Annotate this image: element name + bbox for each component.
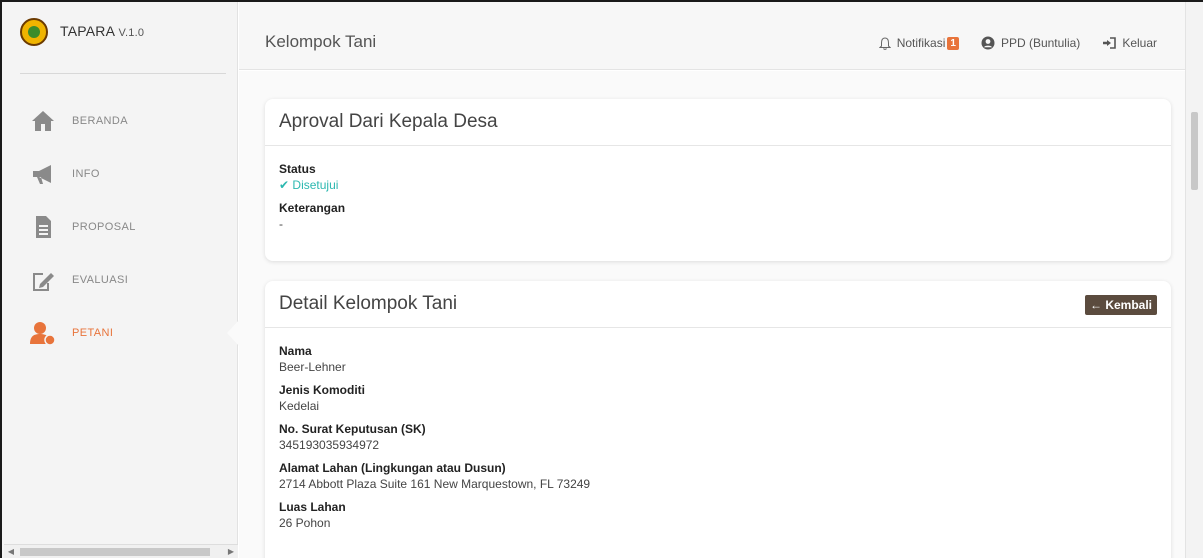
- status-field: Status ✔ Disetujui: [279, 162, 1157, 192]
- sidebar-menu: BERANDA INFO PROPOSAL EVALUASI PETANI: [2, 94, 239, 359]
- app-version: V.1.0: [118, 27, 145, 39]
- field-value: Beer-Lehner: [279, 360, 346, 374]
- field-label: Alamat Lahan (Lingkungan atau Dusun): [279, 461, 506, 475]
- megaphone-icon: [30, 161, 56, 187]
- logout-icon: [1103, 37, 1117, 49]
- detail-field-komoditi: Jenis Komoditi Kedelai: [279, 383, 1157, 413]
- top-header: Kelompok Tani Notifikasi 1 PPD (Buntulia…: [239, 2, 1185, 70]
- field-label: Jenis Komoditi: [279, 383, 366, 397]
- approval-card: Aproval Dari Kepala Desa Status ✔ Disetu…: [265, 99, 1171, 261]
- sidebar-item-info[interactable]: INFO: [2, 147, 238, 200]
- notifications-button[interactable]: Notifikasi 1: [878, 36, 959, 50]
- logout-button[interactable]: Keluar: [1102, 36, 1157, 50]
- scroll-right-icon[interactable]: ▶: [224, 547, 238, 556]
- logout-label: Keluar: [1122, 36, 1157, 50]
- approval-card-header: Aproval Dari Kepala Desa: [265, 99, 1171, 146]
- detail-card-header: Detail Kelompok Tani ← Kembali: [265, 281, 1171, 328]
- detail-field-alamat: Alamat Lahan (Lingkungan atau Dusun) 271…: [279, 461, 1157, 491]
- header-actions: Notifikasi 1 PPD (Buntulia) Keluar: [857, 36, 1157, 50]
- note-label: Keterangan: [279, 201, 346, 215]
- detail-card: Detail Kelompok Tani ← Kembali Nama Beer…: [265, 281, 1171, 558]
- sidebar-item-label: EVALUASI: [72, 273, 129, 286]
- sidebar-item-beranda[interactable]: BERANDA: [2, 94, 238, 147]
- note-field: Keterangan -: [279, 201, 1157, 231]
- brand[interactable]: TAPARA V.1.0: [20, 18, 226, 74]
- sidebar: TAPARA V.1.0 BERANDA INFO PROPOSAL EVALU…: [2, 2, 239, 558]
- edit-icon: [30, 267, 56, 293]
- field-value: 2714 Abbott Plaza Suite 161 New Marquest…: [279, 477, 591, 491]
- field-label: No. Surat Keputusan (SK): [279, 422, 426, 436]
- detail-card-title: Detail Kelompok Tani: [279, 293, 458, 314]
- detail-card-body: Nama Beer-Lehner Jenis Komoditi Kedelai …: [265, 328, 1171, 530]
- sidebar-item-petani[interactable]: PETANI: [2, 306, 239, 359]
- status-value: ✔ Disetujui: [279, 178, 1157, 192]
- vertical-scrollbar[interactable]: [1185, 2, 1203, 558]
- app-title: TAPARA V.1.0: [60, 23, 144, 39]
- scroll-thumb[interactable]: [1191, 112, 1198, 190]
- sidebar-item-label: BERANDA: [72, 114, 128, 127]
- page-title: Kelompok Tani: [265, 32, 377, 51]
- check-icon: ✔: [279, 178, 290, 192]
- sidebar-item-label: PROPOSAL: [72, 220, 136, 233]
- sidebar-item-label: PETANI: [72, 326, 114, 339]
- farmer-icon: [30, 320, 56, 346]
- home-icon: [30, 108, 56, 134]
- main-content: Aproval Dari Kepala Desa Status ✔ Disetu…: [239, 71, 1185, 558]
- scroll-thumb[interactable]: [20, 547, 210, 556]
- notification-count-badge: 1: [947, 36, 959, 50]
- detail-field-sk: No. Surat Keputusan (SK) 345193035934972: [279, 422, 1157, 452]
- approval-card-title: Aproval Dari Kepala Desa: [279, 111, 498, 132]
- field-value: 345193035934972: [279, 438, 380, 452]
- user-circle-icon: [981, 36, 995, 50]
- status-text: Disetujui: [292, 178, 339, 192]
- user-menu[interactable]: PPD (Buntulia): [981, 36, 1080, 50]
- sidebar-item-evaluasi[interactable]: EVALUASI: [2, 253, 238, 306]
- detail-field-nama: Nama Beer-Lehner: [279, 344, 1157, 374]
- document-icon: [30, 214, 56, 240]
- note-value: -: [279, 217, 283, 231]
- status-label: Status: [279, 162, 316, 176]
- field-label: Nama: [279, 344, 312, 358]
- user-label: PPD (Buntulia): [1000, 36, 1081, 50]
- field-label: Luas Lahan: [279, 500, 346, 514]
- horizontal-scrollbar[interactable]: ◀ ▶: [4, 544, 238, 558]
- app-logo: [20, 18, 48, 46]
- detail-field-luas: Luas Lahan 26 Pohon: [279, 500, 1157, 530]
- app-name: TAPARA: [60, 23, 115, 39]
- back-button[interactable]: ← Kembali: [1084, 295, 1157, 315]
- bell-icon: [878, 36, 891, 50]
- field-value: 26 Pohon: [279, 516, 331, 530]
- sidebar-item-label: INFO: [72, 167, 100, 180]
- notifications-label: Notifikasi: [896, 36, 946, 50]
- field-value: Kedelai: [279, 399, 320, 413]
- approval-card-body: Status ✔ Disetujui Keterangan -: [265, 146, 1171, 231]
- scroll-left-icon[interactable]: ◀: [4, 547, 18, 556]
- sidebar-item-proposal[interactable]: PROPOSAL: [2, 200, 238, 253]
